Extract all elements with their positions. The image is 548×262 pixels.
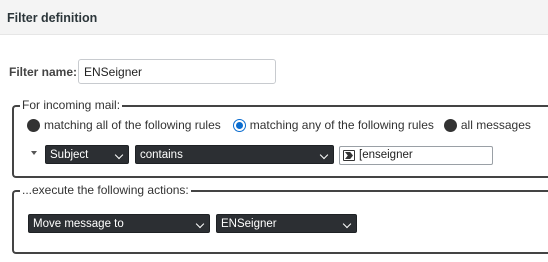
filter-name-label: Filter name:: [9, 65, 78, 79]
rule-operator-select[interactable]: contains: [135, 145, 334, 164]
rule-value-input[interactable]: [359, 149, 487, 161]
action-type-value: Move message to: [33, 218, 124, 230]
rule-header-select[interactable]: Subject: [45, 145, 129, 164]
radio-match-all[interactable]: matching all of the following rules: [27, 118, 221, 132]
chevron-down-icon: [342, 219, 352, 229]
radio-button-unchecked[interactable]: [27, 118, 40, 132]
radio-match-any-label: matching any of the following rules: [249, 118, 434, 132]
radio-button-checked[interactable]: [232, 118, 246, 132]
radio-all-messages-label: all messages: [460, 118, 531, 132]
radio-match-all-label: matching all of the following rules: [44, 118, 221, 132]
match-mode-radio-group: matching all of the following rules matc…: [27, 117, 535, 133]
filter-name-input[interactable]: [78, 59, 276, 84]
chevron-down-icon: [114, 150, 124, 160]
target-folder-value: ENSeigner: [221, 218, 277, 230]
action-type-select[interactable]: Move message to: [28, 214, 210, 233]
clear-input-icon[interactable]: [343, 150, 355, 161]
filter-definition-header: Filter definition: [0, 0, 548, 35]
radio-match-any[interactable]: matching any of the following rules: [232, 118, 434, 132]
page-title: Filter definition: [7, 11, 98, 25]
rule-operator-value: contains: [140, 149, 183, 161]
incoming-mail-legend: For incoming mail:: [20, 98, 123, 112]
actions-legend: ...execute the following actions:: [20, 183, 191, 197]
radio-all-messages[interactable]: all messages: [443, 118, 531, 132]
chevron-down-icon: [195, 219, 205, 229]
expand-rule-caret-icon[interactable]: [31, 151, 37, 155]
chevron-down-icon: [319, 150, 329, 160]
rule-header-value: Subject: [50, 149, 89, 161]
radio-button-unchecked[interactable]: [443, 118, 457, 132]
incoming-mail-fieldset: For incoming mail:: [12, 98, 548, 178]
rule-value-field[interactable]: [339, 146, 493, 165]
target-folder-select[interactable]: ENSeigner: [216, 214, 357, 233]
